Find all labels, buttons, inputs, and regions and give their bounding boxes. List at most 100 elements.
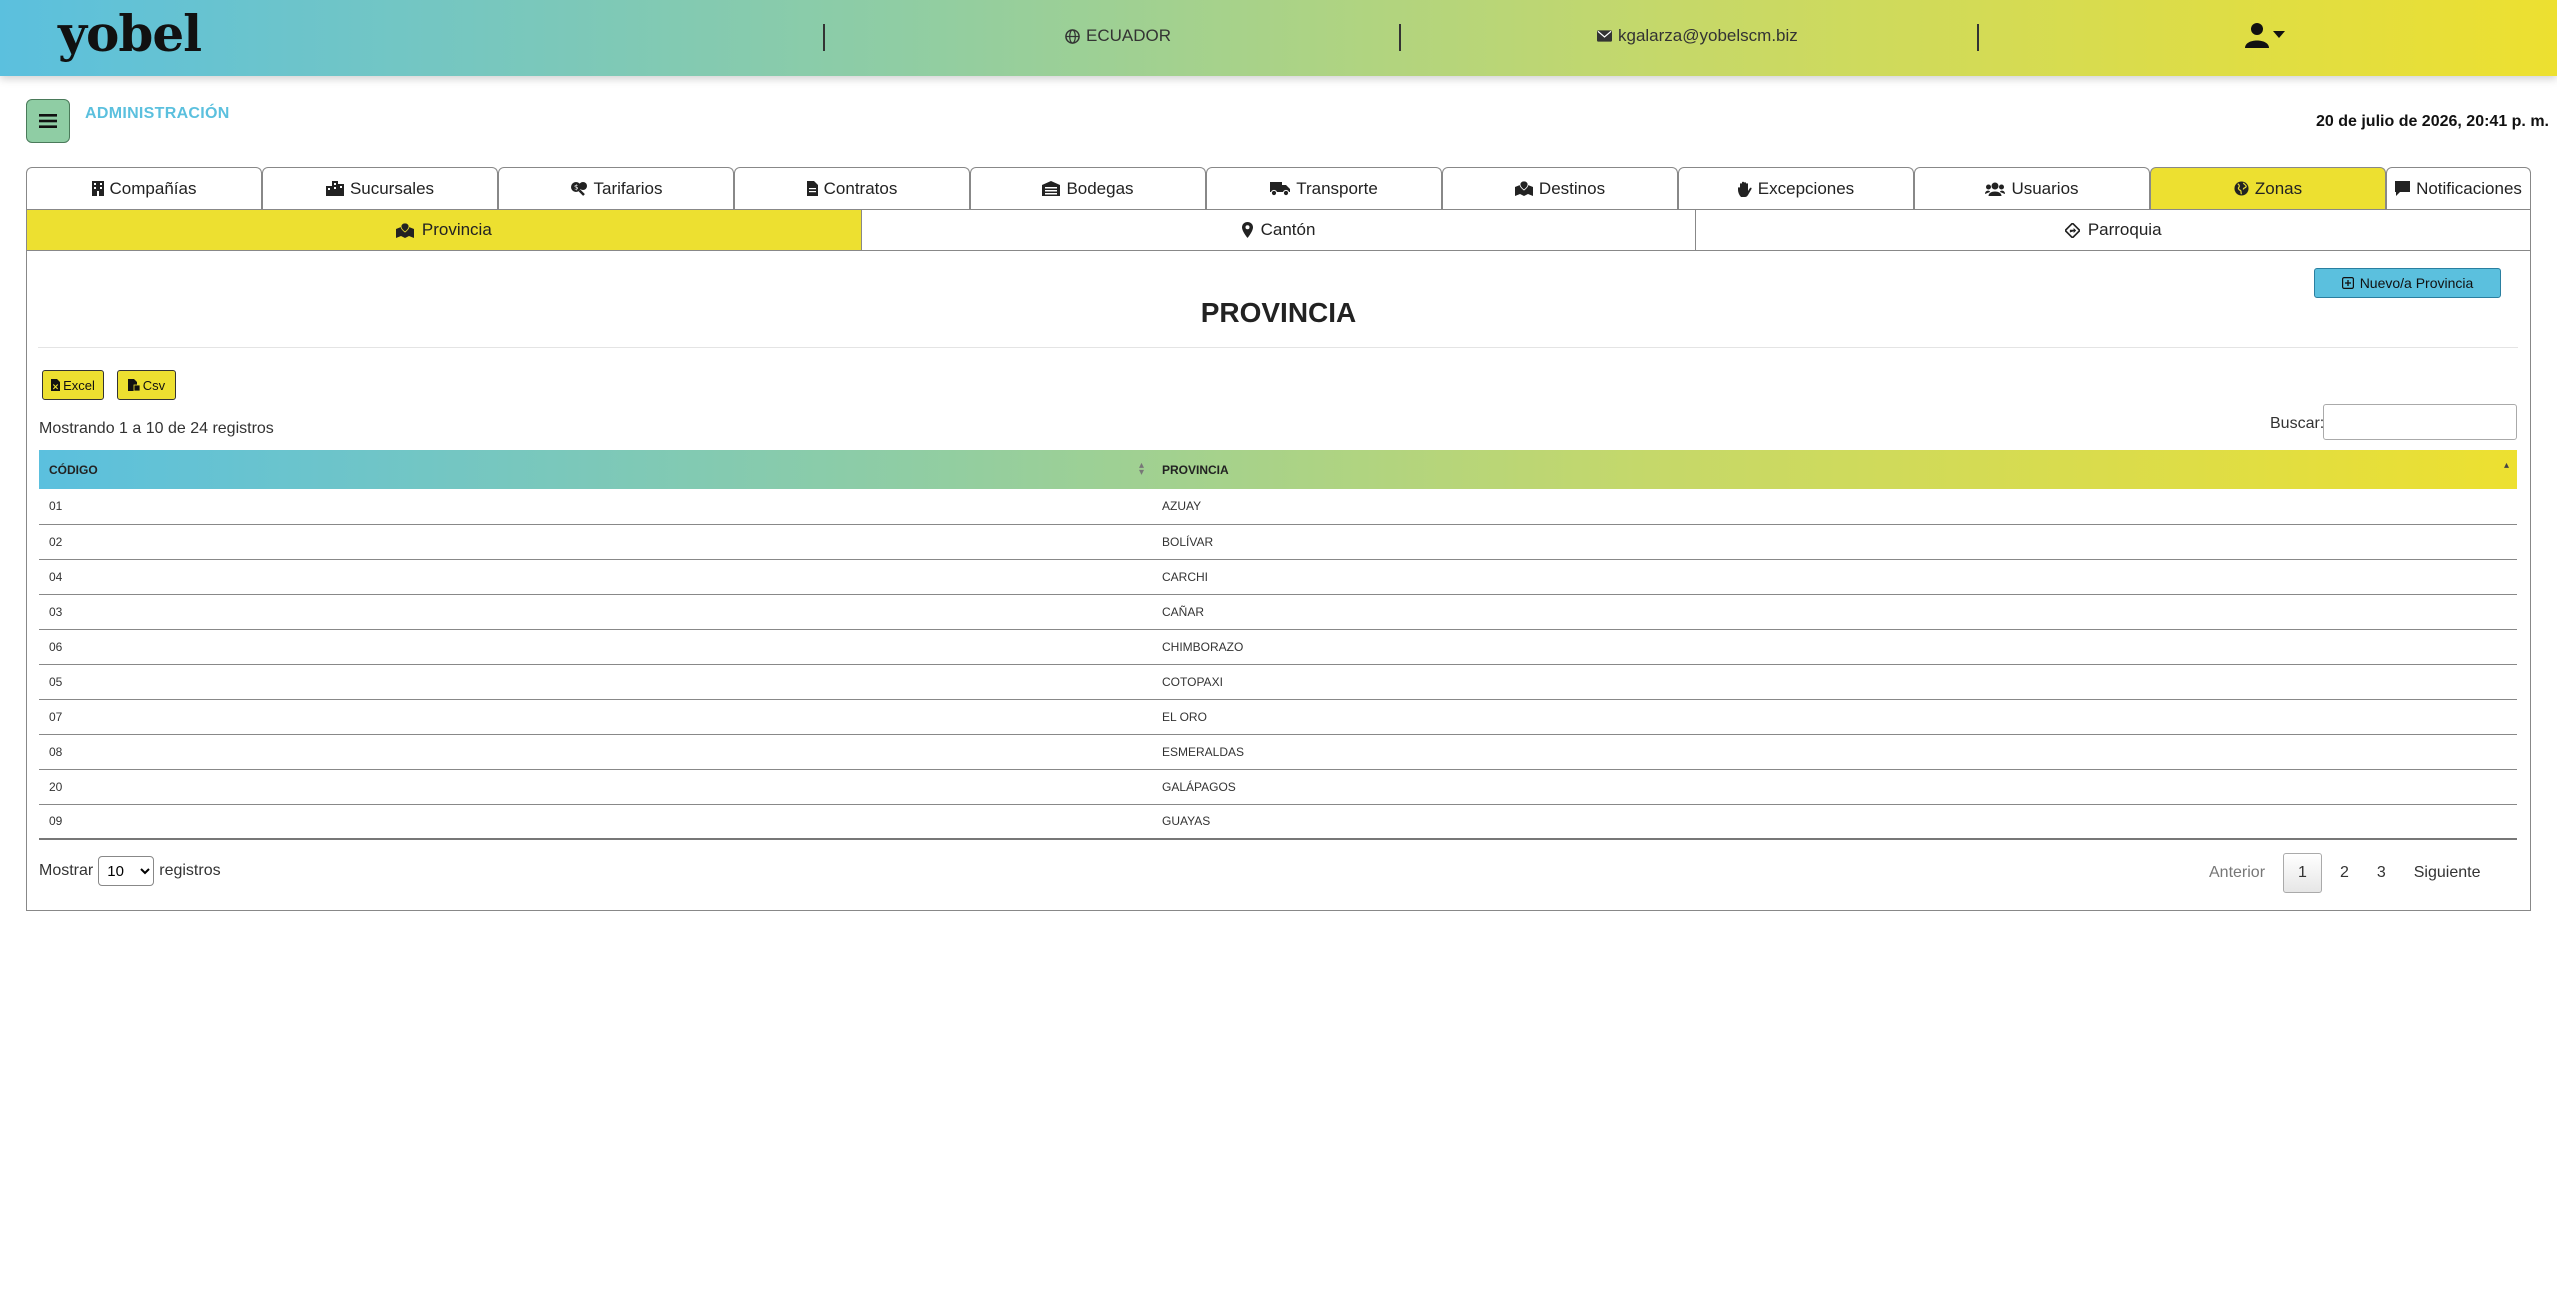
email-indicator: kgalarza@yobelscm.biz xyxy=(1597,26,1798,46)
tab-excepciones[interactable]: Excepciones xyxy=(1678,167,1914,209)
excel-label: Excel xyxy=(63,377,95,393)
provincia-table: CÓDIGO ▴ ▾ PROVINCIA ▴ 01 AZUAY 02 BOLÍVAR … xyxy=(39,450,2517,840)
table-row[interactable]: 03 CAÑAR xyxy=(39,594,2517,630)
plus-square-icon xyxy=(2341,277,2354,289)
subtab-provincia[interactable]: Provincia xyxy=(27,210,862,250)
tab-destinos[interactable]: Destinos xyxy=(1442,167,1678,209)
csv-export-button[interactable]: Csv xyxy=(117,370,176,400)
bars-icon xyxy=(39,114,57,128)
tab-label: Excepciones xyxy=(1757,178,1855,198)
tab-label: Transporte xyxy=(1296,178,1378,198)
records-label: registros xyxy=(159,862,221,879)
tab-companias[interactable]: Compañías xyxy=(26,167,262,209)
cell-provincia: ESMERALDAS xyxy=(1152,734,2517,770)
envelope-icon xyxy=(1597,30,1612,42)
truck-icon xyxy=(1270,182,1291,196)
hand-icon xyxy=(1737,181,1752,197)
table-row[interactable]: 02 BOLÍVAR xyxy=(39,524,2517,560)
page-button-1[interactable]: 1 xyxy=(2283,853,2322,893)
cell-codigo: 08 xyxy=(39,734,1152,770)
pagination: Anterior 1 2 3 Siguiente xyxy=(2195,852,2494,894)
previous-page-button[interactable]: Anterior xyxy=(2195,853,2279,893)
file-icon xyxy=(806,181,818,196)
page-title: PROVINCIA xyxy=(1200,297,1357,328)
tab-label: Zonas xyxy=(2254,178,2303,198)
email-label: kgalarza@yobelscm.biz xyxy=(1618,26,1798,45)
table-row[interactable]: 05 COTOPAXI xyxy=(39,664,2517,700)
caret-down-icon xyxy=(2273,31,2285,38)
sidebar-toggle-button[interactable] xyxy=(26,99,70,143)
subtab-canton[interactable]: Cantón xyxy=(862,210,1697,250)
search-dollar-icon: $ xyxy=(570,182,587,196)
page-button-2[interactable]: 2 xyxy=(2326,853,2363,893)
warehouse-icon xyxy=(1042,181,1061,196)
new-provincia-button[interactable]: Nuevo/a Provincia xyxy=(2314,268,2501,298)
file-csv-icon xyxy=(127,379,140,391)
directions-icon xyxy=(2064,222,2080,238)
column-header-codigo[interactable]: CÓDIGO ▴ ▾ xyxy=(39,450,1152,489)
tab-notificaciones[interactable]: Notificaciones xyxy=(2386,167,2531,209)
sort-icon: ▴ ▾ xyxy=(1138,460,1144,478)
cell-codigo: 05 xyxy=(39,664,1152,700)
table-row[interactable]: 06 CHIMBORAZO xyxy=(39,629,2517,665)
tab-label: Tarifarios xyxy=(593,178,663,198)
user-menu-button[interactable] xyxy=(2245,22,2285,48)
divider xyxy=(1977,24,1979,51)
search-input[interactable] xyxy=(2323,404,2517,440)
table-row[interactable]: 07 EL ORO xyxy=(39,699,2517,735)
column-header-provincia[interactable]: PROVINCIA ▴ xyxy=(1152,450,2517,489)
yobel-logo[interactable]: yobel xyxy=(58,4,202,63)
page-length-select[interactable]: 10 xyxy=(98,856,155,886)
cell-codigo: 06 xyxy=(39,629,1152,665)
records-info: Mostrando 1 a 10 de 24 registros xyxy=(39,420,274,437)
subtab-label: Cantón xyxy=(1260,220,1316,239)
tab-transporte[interactable]: Transporte xyxy=(1206,167,1442,209)
tab-label: Usuarios xyxy=(2011,178,2079,198)
users-icon xyxy=(1985,182,2006,196)
admin-label[interactable]: ADMINISTRACIÓN xyxy=(85,105,230,123)
cell-provincia: CARCHI xyxy=(1152,559,2517,595)
tab-sucursales[interactable]: Sucursales xyxy=(262,167,498,209)
tab-label: Compañías xyxy=(109,178,197,198)
table-row[interactable]: 08 ESMERALDAS xyxy=(39,734,2517,770)
cell-codigo: 01 xyxy=(39,489,1152,525)
tab-contratos[interactable]: Contratos xyxy=(734,167,970,209)
csv-label: Csv xyxy=(142,377,166,393)
city-icon xyxy=(325,181,344,196)
excel-export-button[interactable]: Excel xyxy=(42,370,104,400)
cell-codigo: 02 xyxy=(39,524,1152,560)
cell-codigo: 20 xyxy=(39,769,1152,805)
zone-subtabs: Provincia Cantón Parroquia xyxy=(26,209,2531,251)
page-button-3[interactable]: 3 xyxy=(2363,853,2400,893)
tab-label: Contratos xyxy=(823,178,898,198)
svg-text:$: $ xyxy=(574,184,578,192)
table-row[interactable]: 01 AZUAY xyxy=(39,489,2517,525)
tab-label: Destinos xyxy=(1538,178,1606,198)
globe-icon xyxy=(1065,28,1080,44)
table-row[interactable]: 20 GALÁPAGOS xyxy=(39,769,2517,805)
cell-codigo: 07 xyxy=(39,699,1152,735)
cell-codigo: 03 xyxy=(39,594,1152,630)
cell-provincia: GUAYAS xyxy=(1152,804,2517,840)
next-page-button[interactable]: Siguiente xyxy=(2400,853,2495,893)
table-row[interactable]: 04 CARCHI xyxy=(39,559,2517,595)
tab-label: Bodegas xyxy=(1066,178,1134,198)
tab-usuarios[interactable]: Usuarios xyxy=(1914,167,2150,209)
cell-provincia: COTOPAXI xyxy=(1152,664,2517,700)
tab-zonas[interactable]: Zonas xyxy=(2150,167,2386,209)
subtab-label: Parroquia xyxy=(2087,220,2162,239)
subtab-parroquia[interactable]: Parroquia xyxy=(1696,210,2530,250)
show-label: Mostrar xyxy=(39,862,94,879)
divider xyxy=(38,347,2518,348)
tab-bodegas[interactable]: Bodegas xyxy=(970,167,1206,209)
globe-americas-icon xyxy=(2234,181,2249,196)
new-button-label: Nuevo/a Provincia xyxy=(2359,275,2474,291)
cell-provincia: BOLÍVAR xyxy=(1152,524,2517,560)
tab-tarifarios[interactable]: $ Tarifarios xyxy=(498,167,734,209)
cell-provincia: CHIMBORAZO xyxy=(1152,629,2517,665)
country-label: ECUADOR xyxy=(1086,26,1172,45)
subtab-label: Provincia xyxy=(421,220,492,239)
tab-label: Notificaciones xyxy=(2416,178,2522,198)
cell-provincia: CAÑAR xyxy=(1152,594,2517,630)
table-row[interactable]: 09 GUAYAS xyxy=(39,804,2517,840)
